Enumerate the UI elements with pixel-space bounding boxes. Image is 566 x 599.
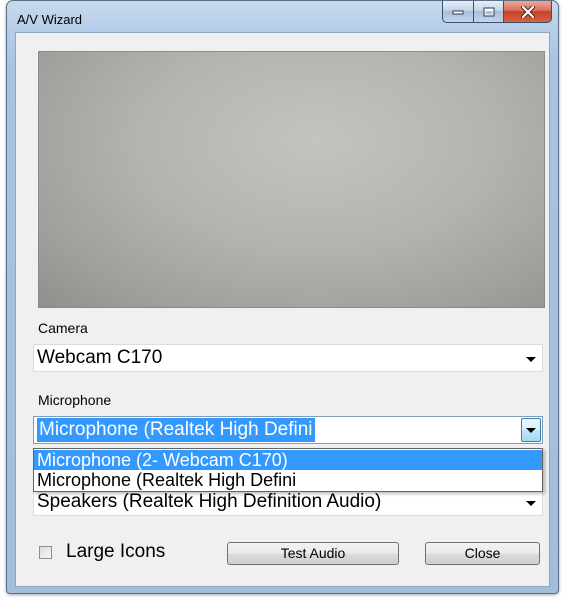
close-button[interactable]: Close [425, 542, 540, 565]
microphone-label: Microphone [38, 392, 112, 408]
camera-select[interactable]: Webcam C170 [33, 344, 543, 372]
minimize-button[interactable] [442, 1, 474, 23]
camera-preview [38, 51, 545, 308]
microphone-select-value: Microphone (Realtek High Defini [37, 418, 315, 442]
test-audio-button[interactable]: Test Audio [227, 542, 399, 565]
maximize-button[interactable] [474, 1, 504, 23]
microphone-dropdown-button[interactable] [521, 418, 541, 442]
title-bar[interactable]: A/V Wizard [7, 1, 558, 35]
camera-label: Camera [38, 320, 88, 336]
large-icons-checkbox[interactable] [39, 546, 52, 559]
microphone-select[interactable]: Microphone (Realtek High Defini [33, 416, 543, 444]
microphone-option-webcam[interactable]: Microphone (2- Webcam C170) [34, 450, 542, 470]
speakers-select-value: Speakers (Realtek High Definition Audio) [37, 491, 382, 512]
maximize-icon [483, 7, 494, 16]
large-icons-label: Large Icons [66, 541, 166, 562]
chevron-down-icon [526, 357, 536, 362]
speakers-select[interactable]: Speakers (Realtek High Definition Audio) [33, 488, 543, 516]
minimize-icon [452, 10, 464, 14]
camera-select-value: Webcam C170 [37, 347, 163, 368]
close-window-button[interactable] [504, 1, 552, 23]
chevron-down-icon [526, 501, 536, 506]
close-icon [520, 5, 535, 18]
microphone-options-list: Microphone (2- Webcam C170) Microphone (… [33, 448, 543, 492]
chevron-down-icon [526, 428, 536, 433]
window-controls [442, 1, 552, 23]
window-title: A/V Wizard [17, 12, 83, 27]
microphone-option-realtek[interactable]: Microphone (Realtek High Defini [34, 470, 542, 490]
